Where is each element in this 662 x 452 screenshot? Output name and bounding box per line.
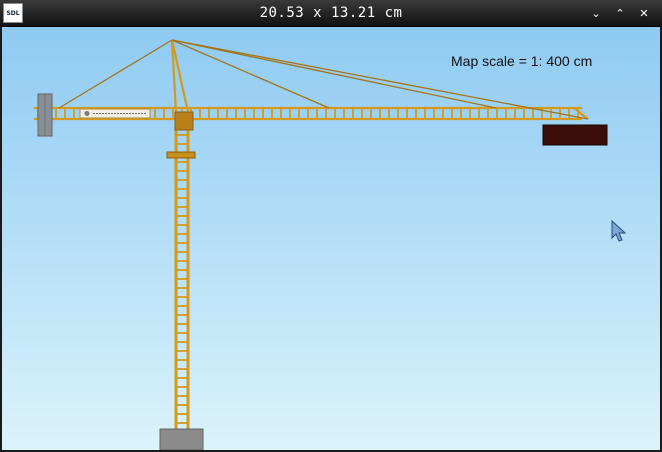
company-logo-icon — [84, 111, 90, 116]
crane-canvas[interactable]: Map scale = 1: 400 cm — [2, 27, 660, 450]
minimize-button[interactable]: ⌄ — [588, 5, 604, 21]
app-window: SDL 20.53 x 13.21 cm ⌄ ⌃ ✕ Map scale = 1… — [0, 0, 662, 452]
slewing-ring — [166, 151, 196, 159]
crane-base — [159, 428, 204, 450]
title-bar[interactable]: SDL 20.53 x 13.21 cm ⌄ ⌃ ✕ — [0, 0, 662, 27]
mouse-pointer-icon — [611, 220, 627, 242]
maximize-button[interactable]: ⌃ — [612, 5, 628, 21]
map-scale-label: Map scale = 1: 400 cm — [451, 53, 593, 69]
crane-mast — [170, 39, 190, 429]
close-button[interactable]: ✕ — [636, 5, 652, 21]
slewing-cab — [174, 111, 194, 131]
tower-crane-drawing — [34, 39, 608, 450]
window-title: 20.53 x 13.21 cm — [259, 5, 403, 21]
crane-load — [542, 124, 608, 146]
